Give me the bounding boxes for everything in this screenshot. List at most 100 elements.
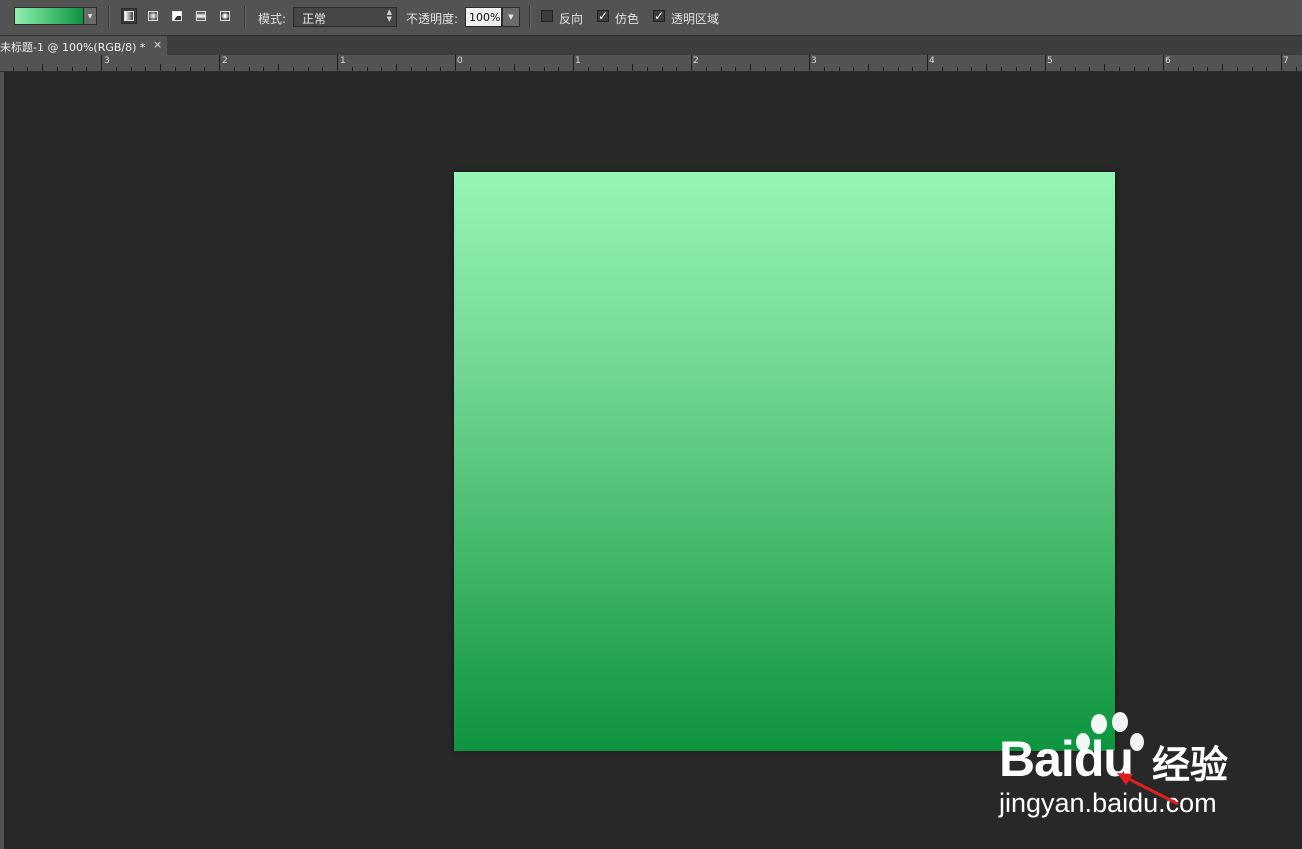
ruler-label: 1 <box>340 56 346 66</box>
ruler-tick <box>514 64 515 71</box>
opacity-slider-button[interactable]: ▼ <box>502 7 520 27</box>
ruler-tick <box>116 67 117 71</box>
ruler-tick <box>883 67 884 71</box>
ruler-tick <box>603 67 604 71</box>
reverse-label: 反向 <box>559 12 584 26</box>
ruler-tick <box>529 67 530 71</box>
close-icon[interactable]: × <box>153 38 162 51</box>
ruler-tick <box>381 67 382 71</box>
transparency-checkbox[interactable]: ✓ <box>653 10 665 22</box>
ruler-tick <box>219 55 220 71</box>
ruler-tick <box>691 55 692 71</box>
ruler-label: 2 <box>222 56 228 66</box>
ruler-tick <box>662 67 663 71</box>
ruler-tick <box>131 67 132 71</box>
linear-gradient-button[interactable] <box>121 8 137 24</box>
ruler-tick <box>765 67 766 71</box>
gradient-picker[interactable]: ▼ <box>14 7 97 25</box>
chevron-down-icon: ▼ <box>508 13 514 21</box>
reflected-gradient-button[interactable] <box>193 8 209 24</box>
ruler-label: 5 <box>1047 56 1053 66</box>
radial-gradient-icon <box>148 11 158 21</box>
document-tab-bar: 未标题-1 @ 100%(RGB/8) * × <box>0 36 1302 55</box>
radial-gradient-button[interactable] <box>145 8 161 24</box>
ruler-tick <box>1060 67 1061 71</box>
ruler-tick <box>573 55 574 71</box>
angle-gradient-button[interactable] <box>169 8 185 24</box>
ruler-tick <box>544 67 545 71</box>
ruler-label: 2 <box>693 56 699 66</box>
angle-gradient-icon <box>172 11 182 21</box>
ruler-tick <box>249 67 250 71</box>
ruler-tick <box>868 64 869 71</box>
ruler-tick <box>101 55 102 71</box>
ruler-tick <box>971 67 972 71</box>
horizontal-ruler[interactable]: 3 2 1 0 1 2 3 4 5 6 7 <box>0 55 1302 72</box>
ruler-tick <box>499 67 500 71</box>
ruler-tick <box>780 67 781 71</box>
ruler-tick <box>263 67 264 71</box>
ruler-tick <box>898 67 899 71</box>
ruler-tick <box>632 64 633 71</box>
ruler-tick <box>1030 67 1031 71</box>
ruler-tick <box>204 67 205 71</box>
ruler-tick <box>1089 67 1090 71</box>
red-arrow-icon <box>1117 773 1179 806</box>
ruler-tick <box>1045 55 1046 71</box>
document-tab-title: 未标题-1 @ 100%(RGB/8) * <box>0 41 146 54</box>
ruler-label: 0 <box>457 56 463 66</box>
linear-gradient-icon <box>124 11 134 21</box>
transparency-label: 透明区域 <box>671 12 720 26</box>
ruler-tick <box>1281 55 1282 71</box>
ruler-tick <box>1075 67 1076 71</box>
opacity-label: 不透明度: <box>406 12 459 26</box>
ruler-tick <box>1178 67 1179 71</box>
ruler-tick <box>160 64 161 71</box>
ruler-tick <box>1148 67 1149 71</box>
document-canvas[interactable] <box>454 172 1115 751</box>
diamond-gradient-icon <box>220 11 230 21</box>
document-tab[interactable]: 未标题-1 @ 100%(RGB/8) * × <box>0 36 167 55</box>
divider <box>244 6 246 28</box>
ruler-tick <box>1193 67 1194 71</box>
dither-checkbox[interactable]: ✓ <box>597 10 609 22</box>
opacity-input[interactable]: 100% <box>465 7 502 27</box>
ruler-tick <box>293 67 294 71</box>
ruler-tick <box>440 67 441 71</box>
ruler-tick <box>942 67 943 71</box>
reverse-checkbox[interactable] <box>541 10 553 22</box>
ruler-tick <box>72 67 73 71</box>
ruler-tick <box>735 67 736 71</box>
ruler-tick <box>27 67 28 71</box>
reflected-gradient-icon <box>196 11 206 21</box>
ruler-tick <box>1266 67 1267 71</box>
ruler-tick <box>853 67 854 71</box>
ruler-tick <box>1001 67 1002 71</box>
ruler-tick <box>1252 67 1253 71</box>
ruler-tick <box>1296 67 1297 71</box>
mode-select[interactable]: 正常 ▲ ▼ <box>293 7 397 27</box>
diamond-gradient-button[interactable] <box>217 8 233 24</box>
ruler-tick <box>411 67 412 71</box>
ruler-tick <box>676 67 677 71</box>
ruler-tick <box>957 67 958 71</box>
ruler-tick <box>57 67 58 71</box>
ruler-tick <box>485 67 486 71</box>
divider <box>108 6 110 28</box>
ruler-tick <box>986 64 987 71</box>
ruler-tick <box>1016 67 1017 71</box>
ruler-tick <box>234 67 235 71</box>
gradient-swatch[interactable] <box>15 8 83 24</box>
ruler-tick <box>824 67 825 71</box>
ruler-tick <box>706 67 707 71</box>
chevron-down-icon[interactable]: ▼ <box>83 8 96 24</box>
mode-label: 模式: <box>258 12 287 26</box>
ruler-tick <box>455 55 456 71</box>
ruler-tick <box>145 67 146 71</box>
ruler-tick <box>1207 67 1208 71</box>
ruler-tick <box>426 67 427 71</box>
ruler-tick <box>308 67 309 71</box>
ruler-tick <box>337 55 338 71</box>
ruler-tick <box>721 67 722 71</box>
ruler-label: 4 <box>929 56 935 66</box>
